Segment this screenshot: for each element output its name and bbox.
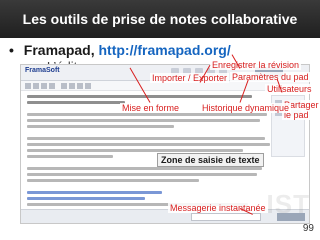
framapad-link[interactable]: http://framapad.org/ bbox=[99, 42, 231, 58]
slide-title: Les outils de prise de notes collaborati… bbox=[22, 11, 298, 27]
indent-icon[interactable] bbox=[77, 83, 83, 89]
page-number: 99 bbox=[302, 223, 314, 234]
watermark-text: IST bbox=[266, 189, 310, 219]
framasoft-logo: FramaSoft bbox=[25, 67, 60, 74]
italic-icon[interactable] bbox=[33, 83, 39, 89]
callout-utilisateurs: Utilisateurs bbox=[265, 84, 314, 94]
outdent-icon[interactable] bbox=[85, 83, 91, 89]
callout-zone-saisie: Zone de saisie de texte bbox=[157, 153, 264, 167]
bold-icon[interactable] bbox=[25, 83, 31, 89]
underline-icon[interactable] bbox=[41, 83, 47, 89]
callout-importer-exporter: Importer / Exporter bbox=[150, 73, 230, 83]
callout-enregistrer-revision: Enregistrer la révision bbox=[210, 60, 302, 70]
callout-mise-en-forme: Mise en forme bbox=[120, 103, 182, 113]
bullet-dot: • bbox=[9, 42, 14, 58]
strikethrough-icon[interactable] bbox=[49, 83, 55, 89]
bullet-label: Framapad, bbox=[23, 42, 95, 58]
main-bullet: • Framapad, http://framapad.org/ bbox=[9, 42, 231, 58]
list-icon[interactable] bbox=[61, 83, 67, 89]
slide-title-bar: Les outils de prise de notes collaborati… bbox=[0, 0, 320, 38]
callout-historique-dynamique: Historique dynamique bbox=[200, 103, 292, 113]
callout-parametres-pad: Paramètres du pad bbox=[230, 72, 311, 82]
callout-messagerie: Messagerie instantanée bbox=[168, 203, 268, 213]
numbered-list-icon[interactable] bbox=[69, 83, 75, 89]
